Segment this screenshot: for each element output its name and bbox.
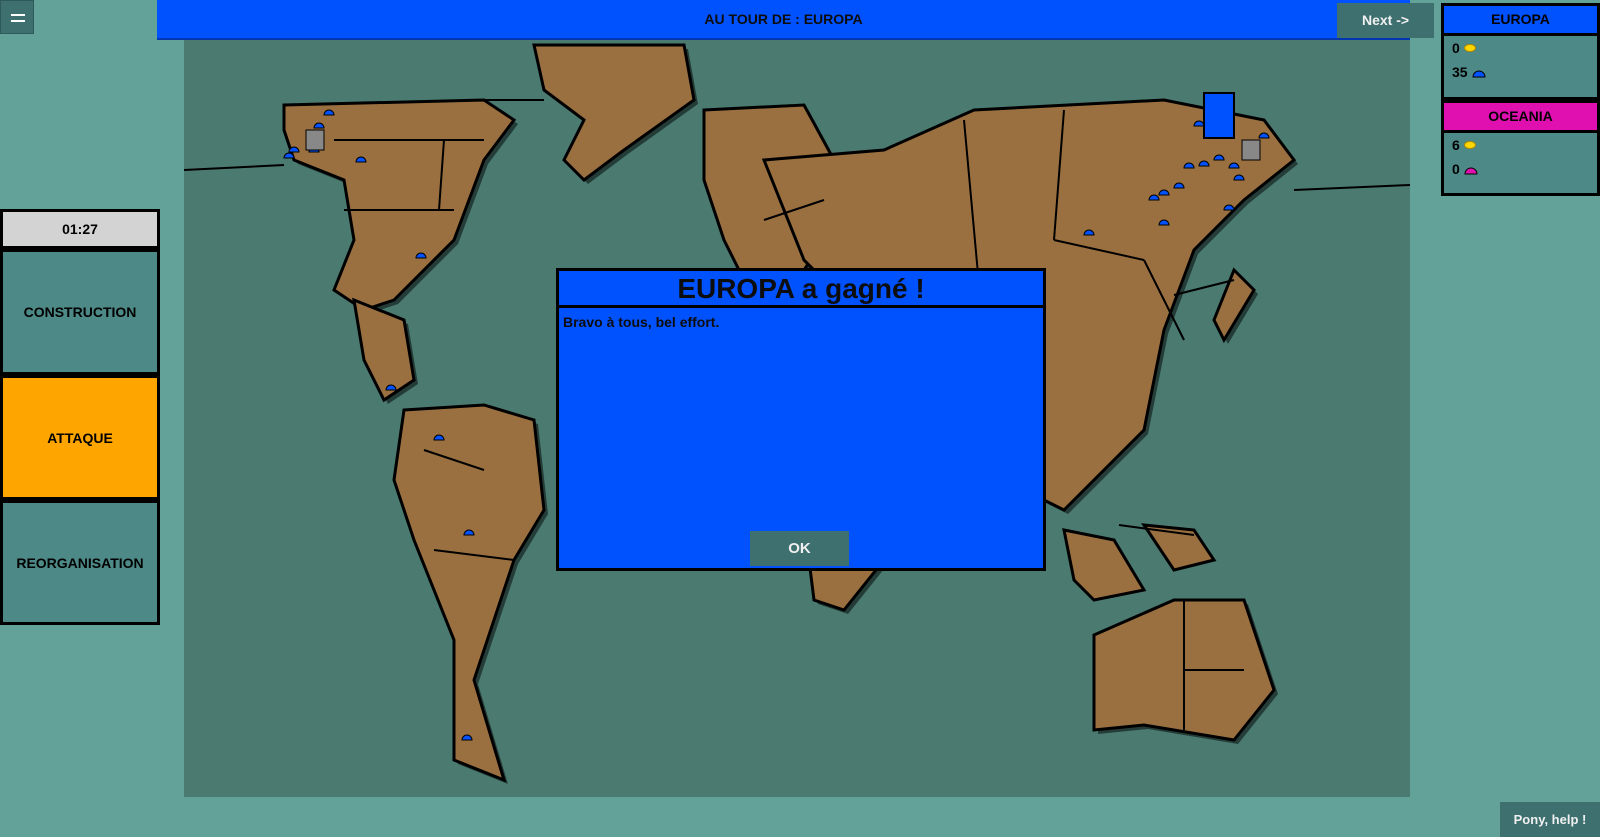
dialog-message: Bravo à tous, bel effort.	[563, 314, 720, 330]
phase-construction[interactable]: CONSTRUCTION	[0, 249, 160, 375]
castle-icon	[1241, 139, 1261, 161]
phase-reorganisation-label: REORGANISATION	[16, 554, 144, 571]
next-turn-button[interactable]: Next ->	[1337, 3, 1434, 38]
flag-icon	[1203, 92, 1235, 139]
turn-timer: 01:27	[0, 209, 160, 249]
troop-count: 35	[1444, 60, 1597, 84]
menu-bar-icon	[11, 14, 25, 16]
coin-icon	[1463, 44, 1476, 52]
troop-count: 0	[1444, 157, 1597, 181]
gold-count: 6	[1444, 133, 1597, 157]
helmet-icon	[1464, 167, 1478, 175]
player-europa: EUROPA 0 35	[1441, 3, 1600, 100]
turn-indicator: AU TOUR DE : EUROPA	[704, 11, 863, 27]
player-name: OCEANIA	[1444, 103, 1597, 133]
gold-value: 0	[1452, 40, 1460, 56]
troop-value: 0	[1452, 161, 1460, 177]
troop-value: 35	[1452, 64, 1468, 80]
gold-count: 0	[1444, 36, 1597, 60]
gold-value: 6	[1452, 137, 1460, 153]
castle-icon	[305, 129, 325, 151]
phase-attaque[interactable]: ATTAQUE	[0, 375, 160, 500]
phase-reorganisation[interactable]: REORGANISATION	[0, 500, 160, 625]
player-oceania: OCEANIA 6 0	[1441, 100, 1600, 196]
phase-construction-label: CONSTRUCTION	[23, 304, 137, 320]
player-name: EUROPA	[1444, 6, 1597, 36]
ok-button[interactable]: OK	[750, 531, 849, 566]
helmet-icon	[1472, 70, 1486, 78]
dialog-title: EUROPA a gagné !	[559, 271, 1043, 308]
menu-bar-icon	[11, 20, 25, 22]
help-button[interactable]: Pony, help !	[1500, 802, 1600, 837]
menu-button[interactable]	[0, 0, 34, 34]
coin-icon	[1463, 141, 1476, 149]
capital-flag	[1203, 92, 1235, 139]
phase-attaque-label: ATTAQUE	[47, 429, 113, 446]
victory-dialog: EUROPA a gagné ! Bravo à tous, bel effor…	[556, 268, 1046, 571]
turn-banner: AU TOUR DE : EUROPA	[157, 0, 1410, 40]
